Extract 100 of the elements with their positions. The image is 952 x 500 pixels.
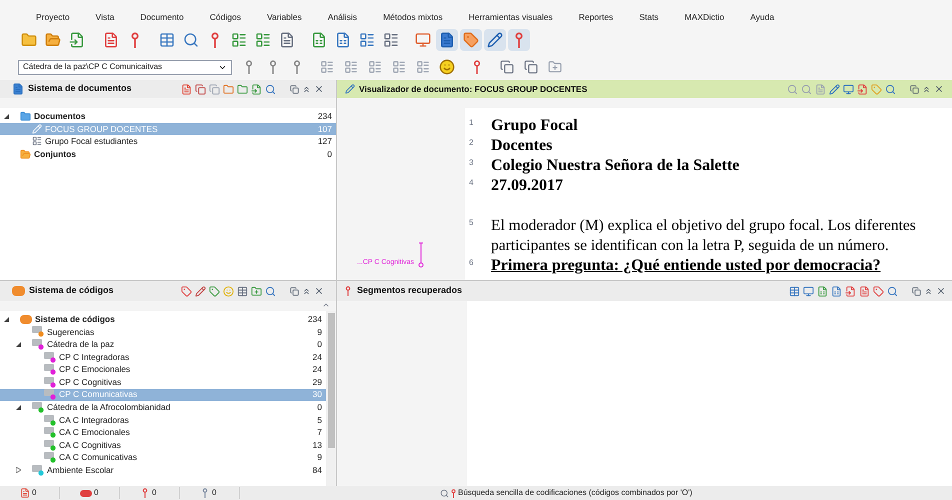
tree-item[interactable]: Ambiente Escolar 84 <box>0 464 326 477</box>
tag-icon[interactable] <box>873 286 884 296</box>
menu-item[interactable]: Herramientas visuales <box>456 10 566 24</box>
spreadsheet-icon[interactable] <box>335 32 351 48</box>
close-icon[interactable] <box>934 84 944 94</box>
spreadsheet-icon[interactable] <box>817 286 828 296</box>
expanded-triangle-icon[interactable] <box>16 404 21 410</box>
tree-item[interactable]: CA C Emocionales 7 <box>0 426 326 439</box>
tree-item-label: CP C Comunicativas <box>59 388 138 402</box>
menu-item[interactable]: Vista <box>82 10 128 24</box>
float-panel-icon[interactable] <box>290 286 299 296</box>
float-panel-icon[interactable] <box>910 84 919 94</box>
tree-item[interactable]: Grupo Focal estudiantes 127 <box>0 135 336 148</box>
maximize-panel-icon[interactable] <box>302 286 311 296</box>
tree-item[interactable]: CA C Integradoras 5 <box>0 414 326 426</box>
table-icon[interactable] <box>789 286 800 296</box>
add-icon[interactable] <box>548 60 562 74</box>
edit-icon[interactable] <box>195 286 206 296</box>
menu-item[interactable]: MAXDictio <box>672 10 738 24</box>
tree-item[interactable]: Conjuntos 0 <box>0 148 336 160</box>
menu-item[interactable]: Documento <box>127 10 197 24</box>
menu-item[interactable]: Métodos mixtos <box>370 10 456 24</box>
tree-item[interactable]: Cátedra de la Afrocolombianidad 0 <box>0 401 326 414</box>
edit-icon[interactable] <box>829 84 840 94</box>
expanded-triangle-icon[interactable] <box>4 316 9 322</box>
scroll-up-icon[interactable] <box>322 301 330 309</box>
tree-item[interactable]: CP C Integradoras 24 <box>0 350 326 364</box>
tree-item[interactable]: Cátedra de la paz 0 <box>0 338 326 351</box>
menu-item[interactable]: Stats <box>626 10 672 24</box>
spreadsheet-icon[interactable] <box>311 32 327 48</box>
close-icon[interactable] <box>936 286 946 296</box>
tree-item[interactable]: CA C Cognitivas 13 <box>0 438 326 452</box>
open-folder-icon[interactable] <box>45 32 61 48</box>
tree-item[interactable]: Sistema de códigos 234 <box>0 313 326 326</box>
document-icon[interactable] <box>815 84 826 94</box>
emoticon-icon[interactable] <box>439 59 455 75</box>
menu-item[interactable]: Análisis <box>314 10 370 24</box>
code-node-icon[interactable] <box>343 286 353 296</box>
code-tag-icon <box>44 414 56 426</box>
menu-item[interactable]: Variables <box>254 10 315 24</box>
tag-icon[interactable] <box>209 286 220 296</box>
search-icon[interactable] <box>801 84 812 94</box>
code-selector[interactable]: Cátedra de la paz\CP C Comunicaitvas <box>18 60 232 74</box>
folder-icon[interactable] <box>223 84 234 94</box>
maximize-panel-icon[interactable] <box>922 84 931 94</box>
collapsed-triangle-icon[interactable] <box>16 467 21 474</box>
expanded-triangle-icon[interactable] <box>16 342 21 347</box>
document-icon[interactable] <box>859 286 870 296</box>
add-icon[interactable] <box>251 286 262 296</box>
status-count: 0 <box>152 487 156 499</box>
table-icon[interactable] <box>159 32 175 48</box>
code-node-icon[interactable] <box>449 488 458 498</box>
export-icon[interactable] <box>857 84 868 94</box>
menu-item[interactable]: Reportes <box>566 10 626 24</box>
monitor-icon[interactable] <box>803 286 814 296</box>
search-icon[interactable] <box>887 286 898 296</box>
list-icon[interactable] <box>383 32 399 48</box>
maximize-panel-icon[interactable] <box>302 84 311 94</box>
table-icon[interactable] <box>237 286 248 296</box>
menu-item[interactable]: Ayuda <box>737 10 788 24</box>
tree-item[interactable]: CP C Cognitivas 29 <box>0 376 326 389</box>
document-icon[interactable] <box>279 32 295 48</box>
list-icon[interactable] <box>231 32 247 48</box>
float-panel-icon[interactable] <box>912 286 921 296</box>
copy-icon[interactable] <box>195 84 206 94</box>
code-tag-icon <box>44 452 56 464</box>
export-icon[interactable] <box>845 286 856 296</box>
copy-icon[interactable] <box>209 84 220 94</box>
import-icon[interactable] <box>251 84 262 94</box>
float-panel-icon[interactable] <box>290 84 299 94</box>
tree-item[interactable]: CA C Comunicativas 9 <box>0 452 326 464</box>
search-icon[interactable] <box>265 286 276 296</box>
new-folder-icon[interactable] <box>21 32 37 48</box>
list-icon[interactable] <box>359 32 375 48</box>
close-icon[interactable] <box>314 84 324 94</box>
scrollbar[interactable] <box>326 311 336 486</box>
search-icon[interactable] <box>183 32 199 48</box>
tag-icon[interactable] <box>181 286 192 296</box>
menu-item[interactable]: Proyecto <box>23 10 83 24</box>
monitor-icon[interactable] <box>843 84 854 94</box>
count-label: 29 <box>312 376 322 389</box>
spreadsheet-icon[interactable] <box>831 286 842 296</box>
close-icon[interactable] <box>314 286 324 296</box>
monitor-icon[interactable] <box>415 32 431 48</box>
document-icon <box>12 83 24 95</box>
maximize-panel-icon[interactable] <box>924 286 933 296</box>
folder-icon[interactable] <box>237 84 248 94</box>
search-icon[interactable] <box>885 84 896 94</box>
code-tag-icon <box>44 376 56 388</box>
tree-item[interactable]: Sugerencias 9 <box>0 326 326 338</box>
import-icon[interactable] <box>69 32 85 48</box>
paragraph-text: 27.09.2017 <box>491 176 563 196</box>
menu-item[interactable]: Códigos <box>196 10 254 24</box>
document-icon[interactable] <box>181 84 192 94</box>
search-icon[interactable] <box>265 84 276 94</box>
search-icon[interactable] <box>787 84 798 94</box>
tree-item[interactable]: Documentos 234 <box>0 110 336 123</box>
expanded-triangle-icon[interactable] <box>4 114 9 119</box>
list-icon[interactable] <box>255 32 271 48</box>
tree-item[interactable]: CP C Emocionales 24 <box>0 363 326 376</box>
